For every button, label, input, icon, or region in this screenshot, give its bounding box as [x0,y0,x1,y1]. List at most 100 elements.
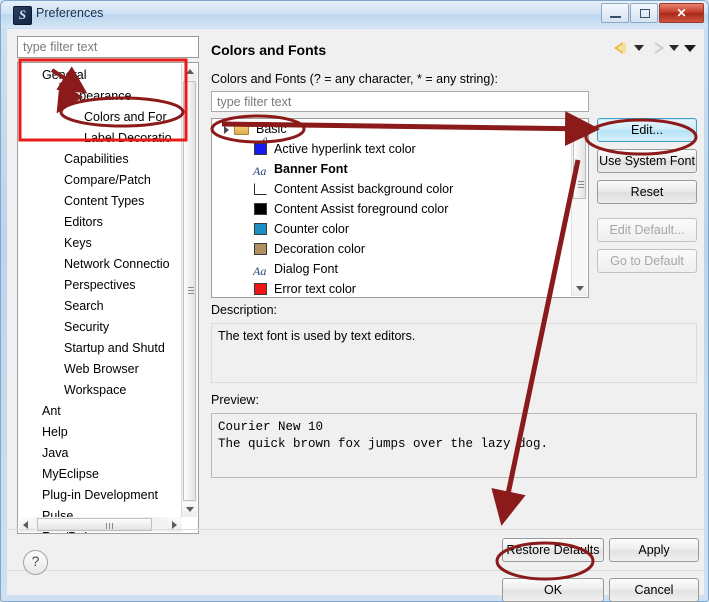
sidebar-item-capabilities[interactable]: Capabilities [18,149,184,170]
folder-font-icon: a [234,122,268,144]
back-menu-chevron-down-icon[interactable] [634,45,644,51]
eclipse-icon: S [13,6,32,25]
minimize-button[interactable] [601,3,629,23]
preview-line-2: The quick brown fox jumps over the lazy … [218,437,549,451]
sidebar-filter-input[interactable]: type filter text [17,36,199,58]
list-item[interactable]: Error text color [212,279,588,297]
font-glyph-icon: Aa [253,164,267,178]
list-item-label: Content Assist foreground color [274,202,449,216]
list-item[interactable]: Aa Banner Font [212,159,588,179]
description-text: The text font is used by text editors. [218,329,416,343]
colors-fonts-list[interactable]: a Basic Active hyperlink text color Aa Ban… [211,118,589,298]
expand-triangle-icon[interactable] [224,126,229,134]
description-label: Description: [211,303,277,317]
cancel-button[interactable]: Cancel [609,578,699,602]
font-glyph-icon: Aa [253,264,267,278]
dialog-footer: Restore Defaults Apply OK Cancel [7,529,704,602]
maximize-button[interactable] [630,3,658,23]
list-item[interactable]: Decoration color [212,239,588,259]
apply-button[interactable]: Apply [609,538,699,562]
preferences-window: S Preferences ✕ type filter text General… [0,0,709,602]
sidebar-item-web-browser[interactable]: Web Browser [18,359,184,380]
help-icon[interactable]: ? [23,550,48,575]
list-item-label: Dialog Font [274,262,338,276]
sidebar-item-search[interactable]: Search [18,296,184,317]
sidebar-item-ant[interactable]: Ant [18,401,184,422]
list-item-label: Banner Font [274,162,348,176]
close-icon: ✕ [676,6,687,20]
sidebar-item-general[interactable]: General [18,65,184,86]
sidebar-item-label-decoratio[interactable]: Label Decoratio [18,128,184,149]
use-system-font-button[interactable]: Use System Font [597,149,697,173]
reset-button[interactable]: Reset [597,180,697,204]
sidebar-filter-placeholder: type filter text [23,40,98,54]
sidebar-item-colors-and-for[interactable]: Colors and For [18,107,184,128]
list-item-label: Active hyperlink text color [274,142,416,156]
restore-defaults-button[interactable]: Restore Defaults [502,538,604,562]
edit-button[interactable]: Edit... [597,118,697,142]
sidebar-item-plug-in-development[interactable]: Plug-in Development [18,485,184,506]
tree-scroll-thumb[interactable] [183,81,196,501]
view-menu-chevron-down-icon[interactable] [684,44,696,52]
edit-default-button: Edit Default... [597,218,697,242]
dialog-content: type filter text General Appearance Colors… [7,29,704,534]
title-bar: S Preferences ✕ [1,1,708,28]
color-swatch [254,223,267,235]
list-item-label: Content Assist background color [274,182,454,196]
list-root-basic[interactable]: a Basic [212,119,588,144]
sidebar-item-java[interactable]: Java [18,443,184,464]
list-item[interactable]: Counter color [212,219,588,239]
forward-menu-chevron-down-icon[interactable] [669,45,679,51]
filter-hint-label: Colors and Fonts (? = any character, * =… [211,72,498,86]
preview-line-1: Courier New 10 [218,420,324,434]
list-root-label: Basic [256,122,287,136]
dialog-body: type filter text General Appearance Colors… [7,29,704,602]
color-swatch [254,143,267,155]
sidebar-item-content-types[interactable]: Content Types [18,191,184,212]
sidebar-item-editors[interactable]: Editors [18,212,184,233]
list-item-label: Decoration color [274,242,366,256]
sidebar-item-security[interactable]: Security [18,317,184,338]
color-swatch [254,183,267,195]
list-scroll-down-button[interactable] [572,281,587,296]
go-to-default-button: Go to Default [597,249,697,273]
tree-scroll-up-button[interactable] [182,64,197,79]
sidebar-item-compare-patch[interactable]: Compare/Patch [18,170,184,191]
tree-vertical-scrollbar[interactable] [181,64,197,517]
window-controls: ✕ [601,3,704,23]
side-button-group: Edit... Use System Font Reset Edit Default.… [597,118,697,280]
list-item[interactable]: Aa Dialog Font [212,259,588,279]
list-scroll-thumb[interactable] [573,137,586,199]
list-item[interactable]: Content Assist foreground color [212,199,588,219]
sidebar-item-perspectives[interactable]: Perspectives [18,275,184,296]
colors-and-fonts-page: Colors and Fonts Colors and Fonts (? = a… [205,29,704,534]
colors-filter-input[interactable]: type filter text [211,91,589,112]
colors-filter-placeholder: type filter text [217,95,292,109]
window-frame: S Preferences ✕ type filter text General… [0,0,709,602]
sidebar-item-workspace[interactable]: Workspace [18,380,184,401]
sidebar-item-appearance[interactable]: Appearance [18,86,184,107]
color-swatch [254,243,267,255]
list-item-label: Counter color [274,222,350,236]
sidebar-item-network-connectio[interactable]: Network Connectio [18,254,184,275]
sidebar-item-myeclipse[interactable]: MyEclipse [18,464,184,485]
window-title: Preferences [36,6,104,20]
tree-scroll-down-button[interactable] [182,502,197,517]
color-swatch [254,283,267,295]
list-scroll-up-button[interactable] [572,120,587,135]
list-item[interactable]: Active hyperlink text color [212,139,588,159]
page-title: Colors and Fonts [211,42,327,58]
page-nav-icons [614,41,696,55]
ok-button[interactable]: OK [502,578,604,602]
forward-arrow-icon [649,41,664,55]
preferences-tree[interactable]: General Appearance Colors and For Label Dec… [17,62,199,534]
description-box: The text font is used by text editors. [211,323,697,383]
sidebar-item-keys[interactable]: Keys [18,233,184,254]
list-vertical-scrollbar[interactable] [571,120,587,296]
preview-label: Preview: [211,393,259,407]
close-button[interactable]: ✕ [659,3,704,23]
sidebar-item-help[interactable]: Help [18,422,184,443]
back-arrow-icon[interactable] [614,41,629,55]
list-item[interactable]: Content Assist background color [212,179,588,199]
sidebar-item-startup-and-shutd[interactable]: Startup and Shutd [18,338,184,359]
